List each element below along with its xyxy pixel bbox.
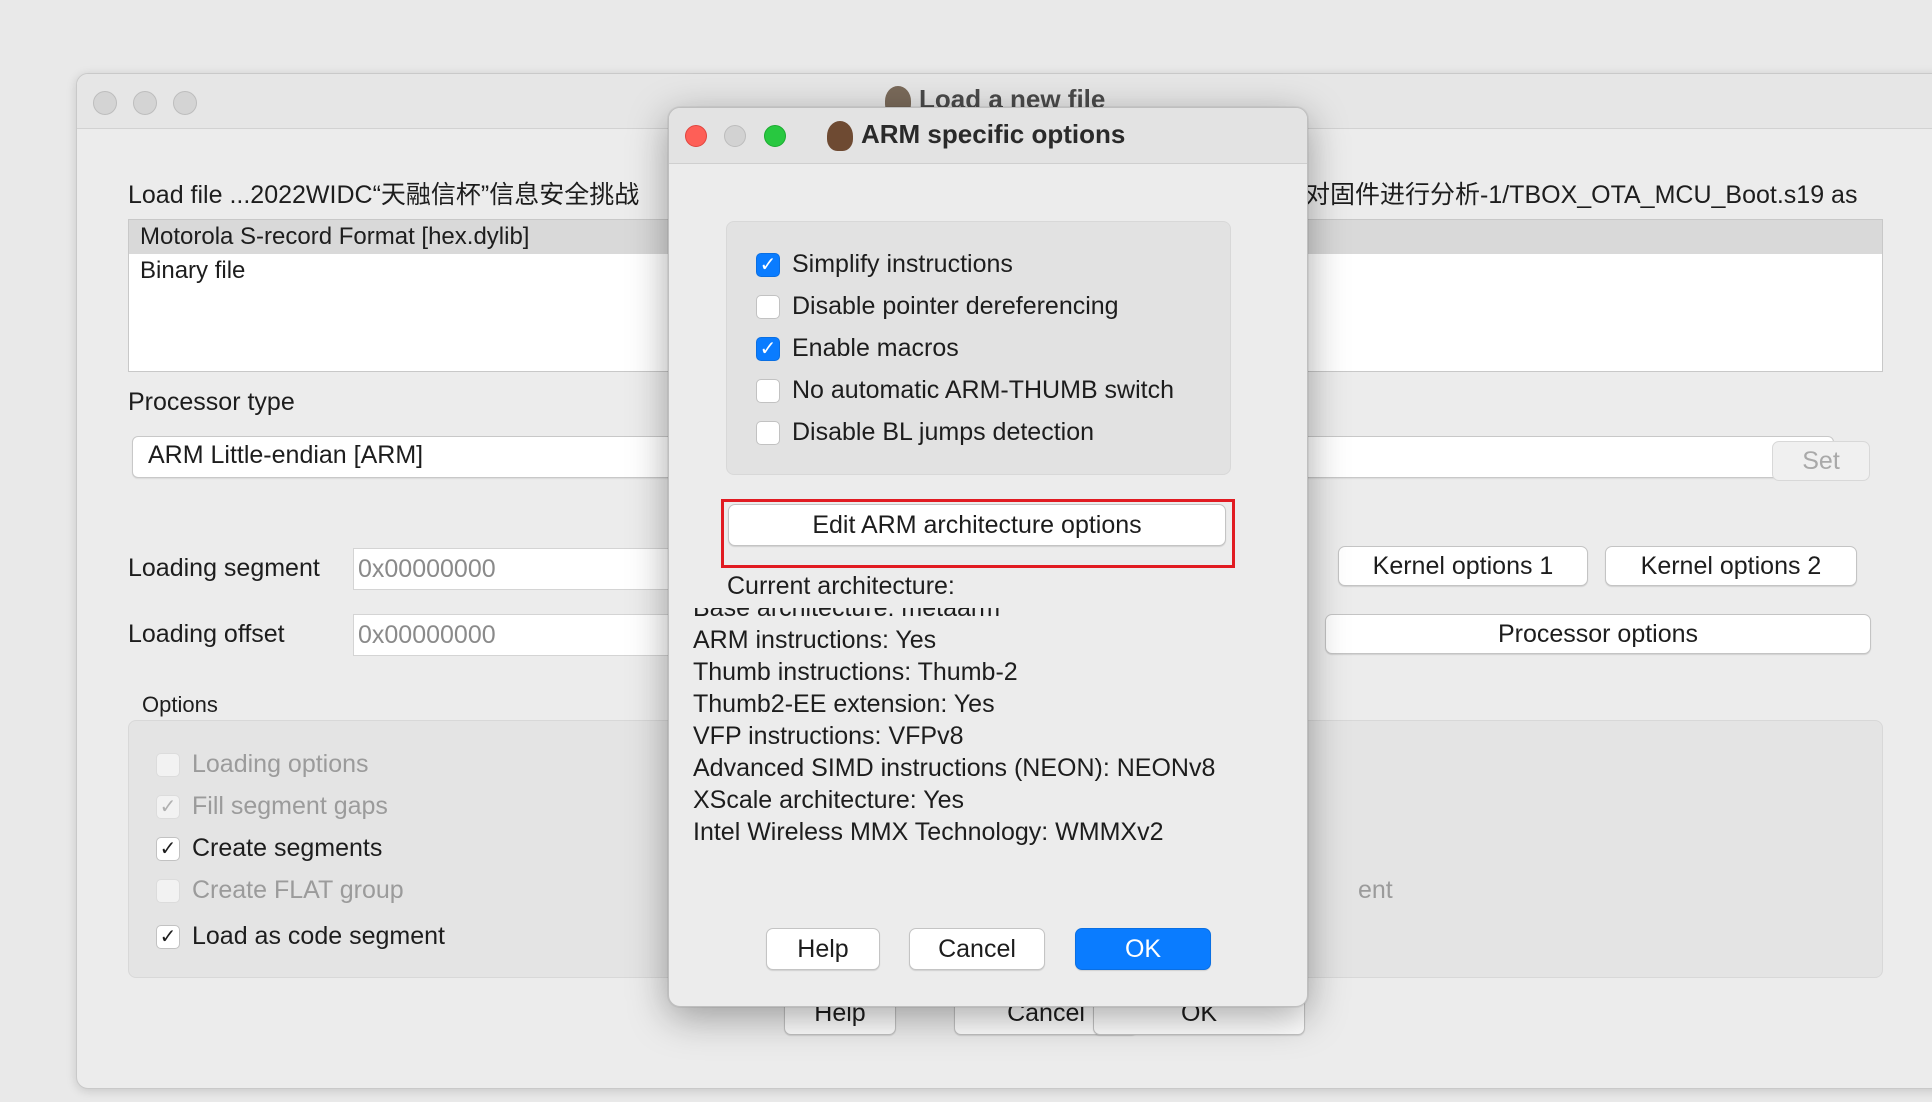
dialog-cancel-button[interactable]: Cancel [909, 928, 1045, 970]
loading-offset-label: Loading offset [128, 620, 285, 648]
simplify-instructions-checkbox[interactable]: ✓ Simplify instructions [756, 247, 1013, 281]
arch-line: XScale architecture: Yes [693, 786, 964, 814]
checkbox-box [156, 753, 180, 778]
ida-app-icon [827, 121, 853, 152]
loading-segment-label: Loading segment [128, 554, 320, 582]
checkbox-box [756, 379, 780, 404]
partial-option-label: ent [1358, 876, 1393, 904]
kernel-options-2-button[interactable]: Kernel options 2 [1605, 546, 1857, 586]
architecture-lines: Base architecture: metaarm ARM instructi… [693, 608, 1215, 848]
set-button[interactable]: Set [1772, 441, 1870, 481]
checkmark-icon: ✓ [756, 253, 780, 278]
no-arm-thumb-switch-checkbox[interactable]: No automatic ARM-THUMB switch [756, 373, 1174, 407]
load-file-label-tail: 对固件进行分析-1/TBOX_OTA_MCU_Boot.s19 as [1305, 181, 1858, 209]
checkbox-box [756, 421, 780, 446]
processor-type-label: Processor type [128, 388, 295, 416]
enable-macros-checkbox[interactable]: ✓ Enable macros [756, 331, 959, 365]
create-segments-checkbox[interactable]: ✓ Create segments [156, 831, 382, 865]
zoom-dialog-button[interactable] [764, 125, 786, 147]
arch-line: VFP instructions: VFPv8 [693, 722, 964, 750]
checkmark-icon: ✓ [156, 837, 180, 862]
close-window-button[interactable] [93, 91, 117, 115]
processor-type-value: ARM Little-endian [ARM] [148, 441, 424, 469]
minimize-dialog-button[interactable] [724, 125, 746, 147]
arch-line: Thumb instructions: Thumb-2 [693, 658, 1018, 686]
arch-line: Base architecture: metaarm [693, 608, 1001, 622]
arch-line: Thumb2-EE extension: Yes [693, 690, 995, 718]
disable-pointer-dereferencing-checkbox[interactable]: Disable pointer dereferencing [756, 289, 1119, 323]
checkbox-box [156, 879, 180, 904]
create-flat-group-checkbox[interactable]: Create FLAT group [156, 873, 404, 907]
arm-checkbox-group: ✓ Simplify instructions Disable pointer d… [726, 221, 1231, 475]
processor-options-button[interactable]: Processor options [1325, 614, 1871, 654]
arm-options-dialog: ARM specific options ✓ Simplify instructi… [668, 107, 1308, 1007]
dialog-help-button[interactable]: Help [766, 928, 880, 970]
load-file-label: Load file ...2022WIDC“天融信杯”信息安全挑战 [128, 181, 640, 209]
fill-segment-gaps-checkbox[interactable]: ✓ Fill segment gaps [156, 789, 388, 823]
minimize-window-button[interactable] [133, 91, 157, 115]
dialog-ok-button[interactable]: OK [1075, 928, 1211, 970]
edit-arm-architecture-button[interactable]: Edit ARM architecture options [728, 504, 1226, 546]
disable-bl-jumps-checkbox[interactable]: Disable BL jumps detection [756, 415, 1094, 449]
architecture-info-panel: Base architecture: metaarm ARM instructi… [693, 608, 1293, 968]
loading-options-checkbox[interactable]: Loading options [156, 747, 369, 781]
checkbox-box [756, 295, 780, 320]
current-architecture-label: Current architecture: [727, 572, 955, 600]
arch-line: ARM instructions: Yes [693, 626, 937, 654]
kernel-options-1-button[interactable]: Kernel options 1 [1338, 546, 1588, 586]
arch-line: Advanced SIMD instructions (NEON): NEONv… [693, 754, 1216, 782]
arch-line: Intel Wireless MMX Technology: WMMXv2 [693, 818, 1164, 846]
checkmark-icon: ✓ [156, 925, 180, 950]
close-dialog-button[interactable] [685, 125, 707, 147]
checkmark-icon: ✓ [156, 795, 180, 820]
options-group-label: Options [142, 692, 218, 717]
dialog-titlebar: ARM specific options [669, 108, 1307, 164]
dialog-title: ARM specific options [827, 119, 1125, 152]
zoom-window-button[interactable] [173, 91, 197, 115]
checkmark-icon: ✓ [756, 337, 780, 362]
load-as-code-segment-checkbox[interactable]: ✓ Load as code segment [156, 919, 445, 953]
